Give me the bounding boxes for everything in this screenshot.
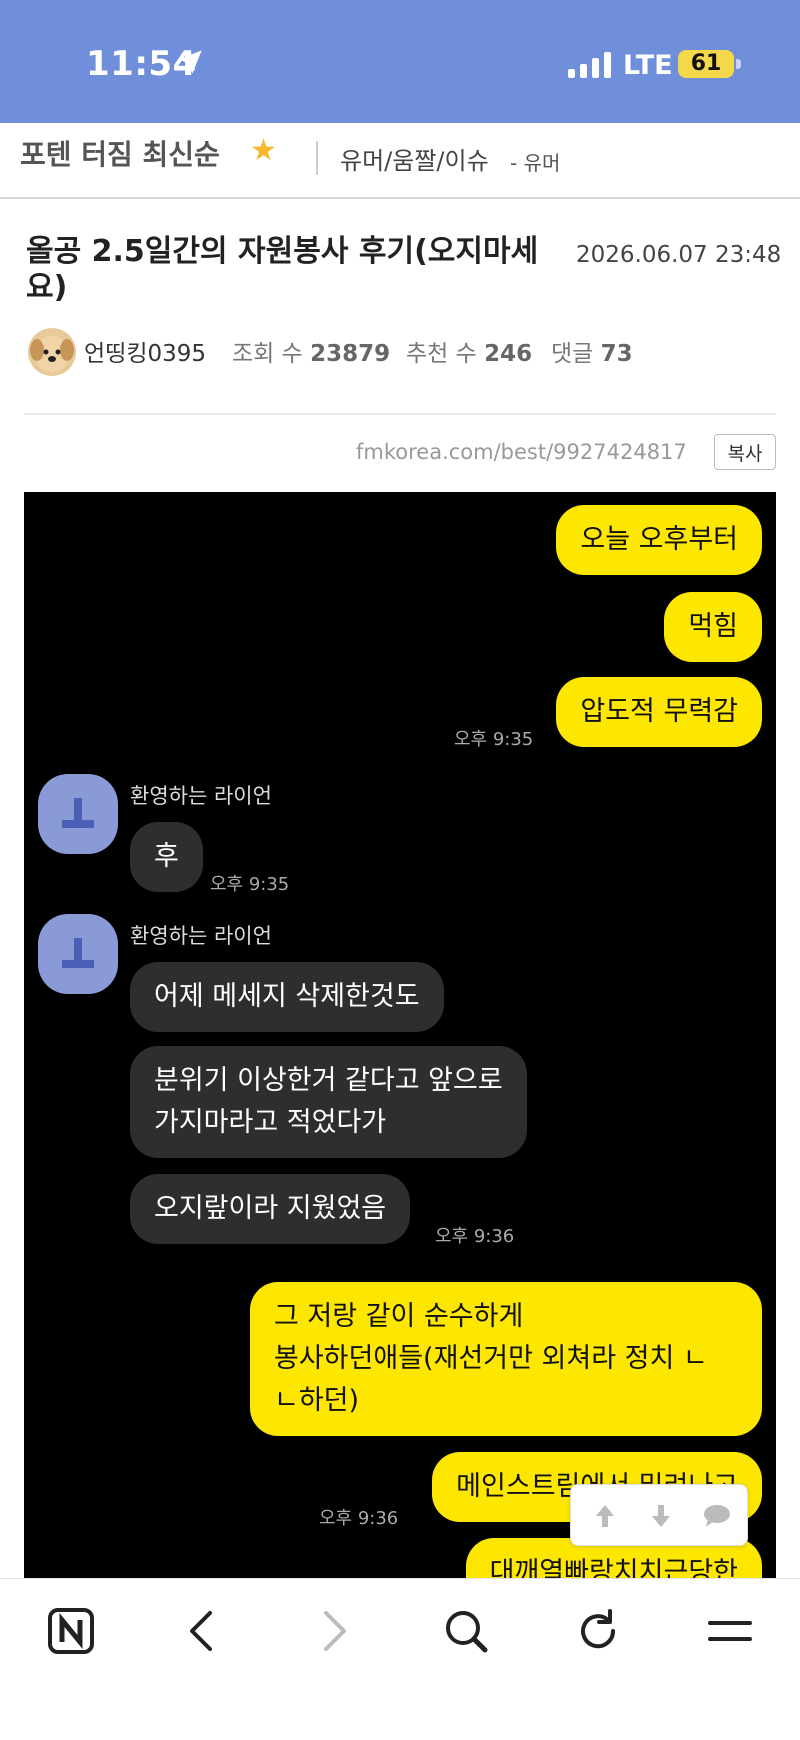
profile-avatar (38, 774, 118, 854)
chat-timestamp: 오후 9:35 (454, 729, 534, 750)
comments-label: 댓글 (551, 341, 594, 367)
chat-bubble-me: 그 저랑 같이 순수하게 봉사하던애들(재선거만 외쳐라 정치 ㄴ ㄴ하던) (250, 1282, 762, 1436)
signal-icon (568, 52, 611, 78)
network-type: LTE (623, 50, 673, 81)
comments-count[interactable]: 댓글 73 (551, 334, 633, 368)
chat-bubble-other: 어제 메세지 삭제한것도 (130, 962, 444, 1032)
refresh-icon[interactable] (568, 1601, 628, 1661)
copy-url-button[interactable]: 복사 (714, 434, 776, 470)
chat-line: 봉사하던애들(재선거만 외쳐라 정치 ㄴ (274, 1343, 708, 1374)
person-icon (62, 798, 94, 828)
article-title: 올공 2.5일간의 자원봉사 후기(오지마세요) (26, 234, 539, 305)
arrow-up-icon[interactable] (585, 1499, 625, 1533)
chat-bubble-me: 먹힘 (664, 592, 762, 662)
header-divider (24, 413, 776, 415)
article-date: 2026.06.07 23:48 (576, 242, 782, 268)
author-avatar[interactable] (28, 328, 76, 376)
battery-cap (736, 59, 741, 69)
chat-timestamp: 오후 9:36 (319, 1508, 399, 1529)
chat-bubble-me: 오늘 오후부터 (556, 505, 762, 575)
forward-icon (304, 1601, 364, 1661)
views-value: 23879 (310, 341, 391, 367)
chat-line: 가지마라고 적었다가 (154, 1107, 387, 1138)
profile-avatar (38, 914, 118, 994)
likes-label: 추천 수 (406, 341, 477, 367)
category-divider (316, 141, 318, 175)
board-name[interactable]: 유머/움짤/이슈 (340, 141, 489, 176)
status-bar: 11:54 LTE 61 (0, 0, 800, 123)
likes-count: 추천 수 246 (406, 334, 532, 368)
dog-avatar-icon (30, 336, 74, 372)
views-count: 조회 수 23879 (232, 334, 390, 368)
chat-bubble-other: 분위기 이상한거 같다고 앞으로 가지마라고 적었다가 (130, 1046, 527, 1158)
article-url: fmkorea.com/best/9927424817 (356, 440, 687, 464)
chat-bubble-other: 오지랖이라 지웠었음 (130, 1174, 411, 1244)
naver-icon[interactable] (41, 1601, 101, 1661)
chat-sender-name: 환영하는 라이언 (130, 924, 272, 948)
arrow-down-icon[interactable] (641, 1499, 681, 1533)
browser-toolbar (0, 1578, 800, 1740)
comments-value: 73 (600, 341, 633, 367)
author-name[interactable]: 언띵킹0395 (84, 334, 206, 368)
category-header: 포텐 터짐 최신순 ★ 유머/움짤/이슈 - 유머 (0, 123, 800, 199)
person-icon (62, 938, 94, 968)
chat-timestamp: 오후 9:35 (210, 874, 290, 895)
category-title[interactable]: 포텐 터짐 최신순 (20, 133, 220, 173)
chat-screenshot: 오늘 오후부터 먹힘 압도적 무력감 오후 9:35 환영하는 라이언 후 오후… (24, 492, 776, 1578)
chat-sender-name: 환영하는 라이언 (130, 784, 272, 808)
chat-line: 그 저랑 같이 순수하게 (274, 1301, 524, 1332)
floating-nav (570, 1484, 748, 1546)
chat-line: ㄴ하던) (274, 1385, 360, 1416)
chat-bubble-me: 압도적 무력감 (556, 677, 762, 747)
search-icon[interactable] (436, 1601, 496, 1661)
battery-icon: 61 (678, 50, 734, 78)
back-icon[interactable] (172, 1601, 232, 1661)
chat-timestamp: 오후 9:36 (435, 1226, 515, 1247)
chat-line: 분위기 이상한거 같다고 앞으로 (154, 1065, 503, 1096)
chat-bubble-other: 후 (130, 822, 203, 892)
star-icon[interactable]: ★ (250, 133, 277, 168)
menu-icon[interactable] (700, 1601, 760, 1661)
likes-value: 246 (484, 341, 533, 367)
comment-icon[interactable] (697, 1499, 737, 1533)
location-arrow-icon (178, 50, 202, 74)
board-sub-name: - 유머 (510, 151, 561, 175)
views-label: 조회 수 (232, 341, 303, 367)
